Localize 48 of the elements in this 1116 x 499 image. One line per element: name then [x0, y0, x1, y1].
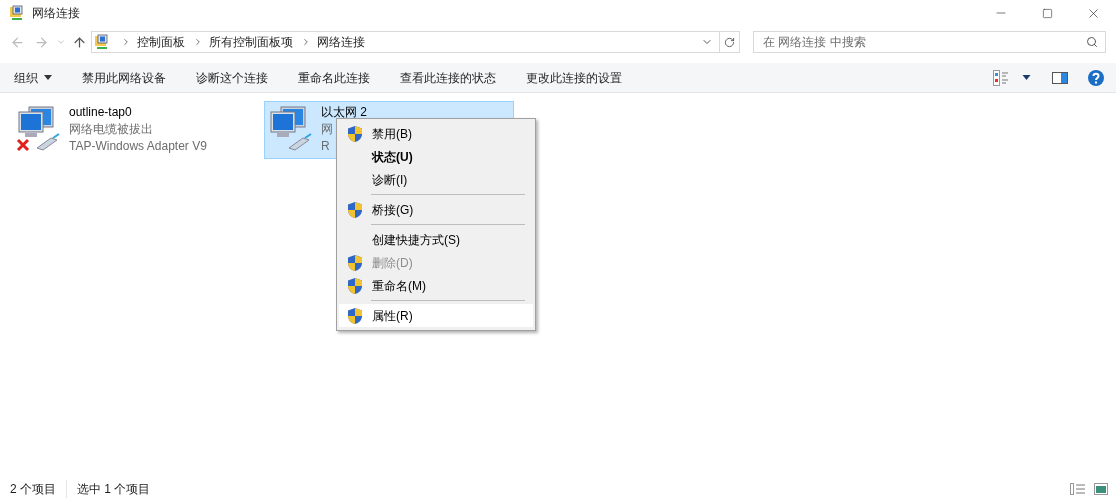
adapter-name: TAP-Windows Adapter V9 [69, 138, 207, 155]
toolbar-button[interactable]: 更改此连接的设置 [526, 68, 622, 87]
search-field[interactable]: 在 网络连接 中搜索 [753, 31, 1106, 53]
shield-icon [347, 200, 363, 219]
refresh-icon [724, 36, 735, 48]
toolbar-button[interactable]: 禁用此网络设备 [82, 68, 166, 87]
preview-pane-icon[interactable] [1052, 71, 1068, 84]
folder-network-icon [9, 5, 25, 21]
toolbar-button[interactable]: 查看此连接的状态 [400, 68, 496, 87]
status-text: 选中 1 个项目 [66, 480, 151, 498]
menu-item[interactable]: 属性(R) [339, 304, 533, 327]
shield-icon [347, 253, 363, 272]
view-options-icon[interactable] [993, 69, 1009, 86]
connection-item[interactable]: outline-tap0 网络电缆被拔出 TAP-Windows Adapter V9 [12, 101, 262, 159]
shield-icon [347, 276, 363, 295]
connection-name: outline-tap0 [69, 104, 132, 121]
status-text: 2 个项目 [10, 481, 56, 498]
folder-network-icon [94, 34, 110, 50]
menu-item[interactable]: 诊断(I) [339, 168, 533, 191]
toolbar-button[interactable]: 组织 [14, 68, 52, 87]
breadcrumb-item[interactable]: 所有控制面板项 [209, 33, 293, 51]
connection-status: 网 [321, 121, 333, 138]
details-view-icon[interactable] [1070, 483, 1086, 495]
menu-item[interactable]: 桥接(G) [339, 198, 533, 221]
caret-icon [44, 75, 52, 80]
breadcrumb-item[interactable]: 控制面板 [137, 33, 185, 51]
connection-status: 网络电缆被拔出 [69, 121, 153, 138]
maximize-icon [1041, 7, 1053, 19]
chevron-down-icon [56, 37, 66, 47]
menu-item[interactable]: 重命名(M) [339, 274, 533, 297]
chevron-icon [301, 37, 311, 47]
toolbar-button[interactable]: 诊断这个连接 [196, 68, 268, 87]
help-icon[interactable] [1088, 69, 1104, 86]
large-icons-view-icon[interactable] [1094, 483, 1108, 495]
toolbar-button[interactable]: 重命名此连接 [298, 68, 370, 87]
window-title: 网络连接 [32, 5, 80, 22]
caret-icon[interactable] [1022, 75, 1031, 80]
chevron-icon [121, 37, 131, 47]
connection-name: 以太网 2 [321, 104, 367, 121]
adapter-name: R [321, 138, 330, 155]
address-bar[interactable]: 控制面板 所有控制面板项 网络连接 [91, 31, 740, 53]
shield-icon [347, 124, 363, 143]
breadcrumb-item[interactable]: 网络连接 [317, 33, 365, 51]
menu-item[interactable]: 创建快捷方式(S) [339, 228, 533, 251]
forward-arrow-icon [33, 34, 49, 50]
chevron-icon [193, 37, 203, 47]
shield-icon [347, 306, 363, 325]
search-icon [1086, 36, 1098, 48]
